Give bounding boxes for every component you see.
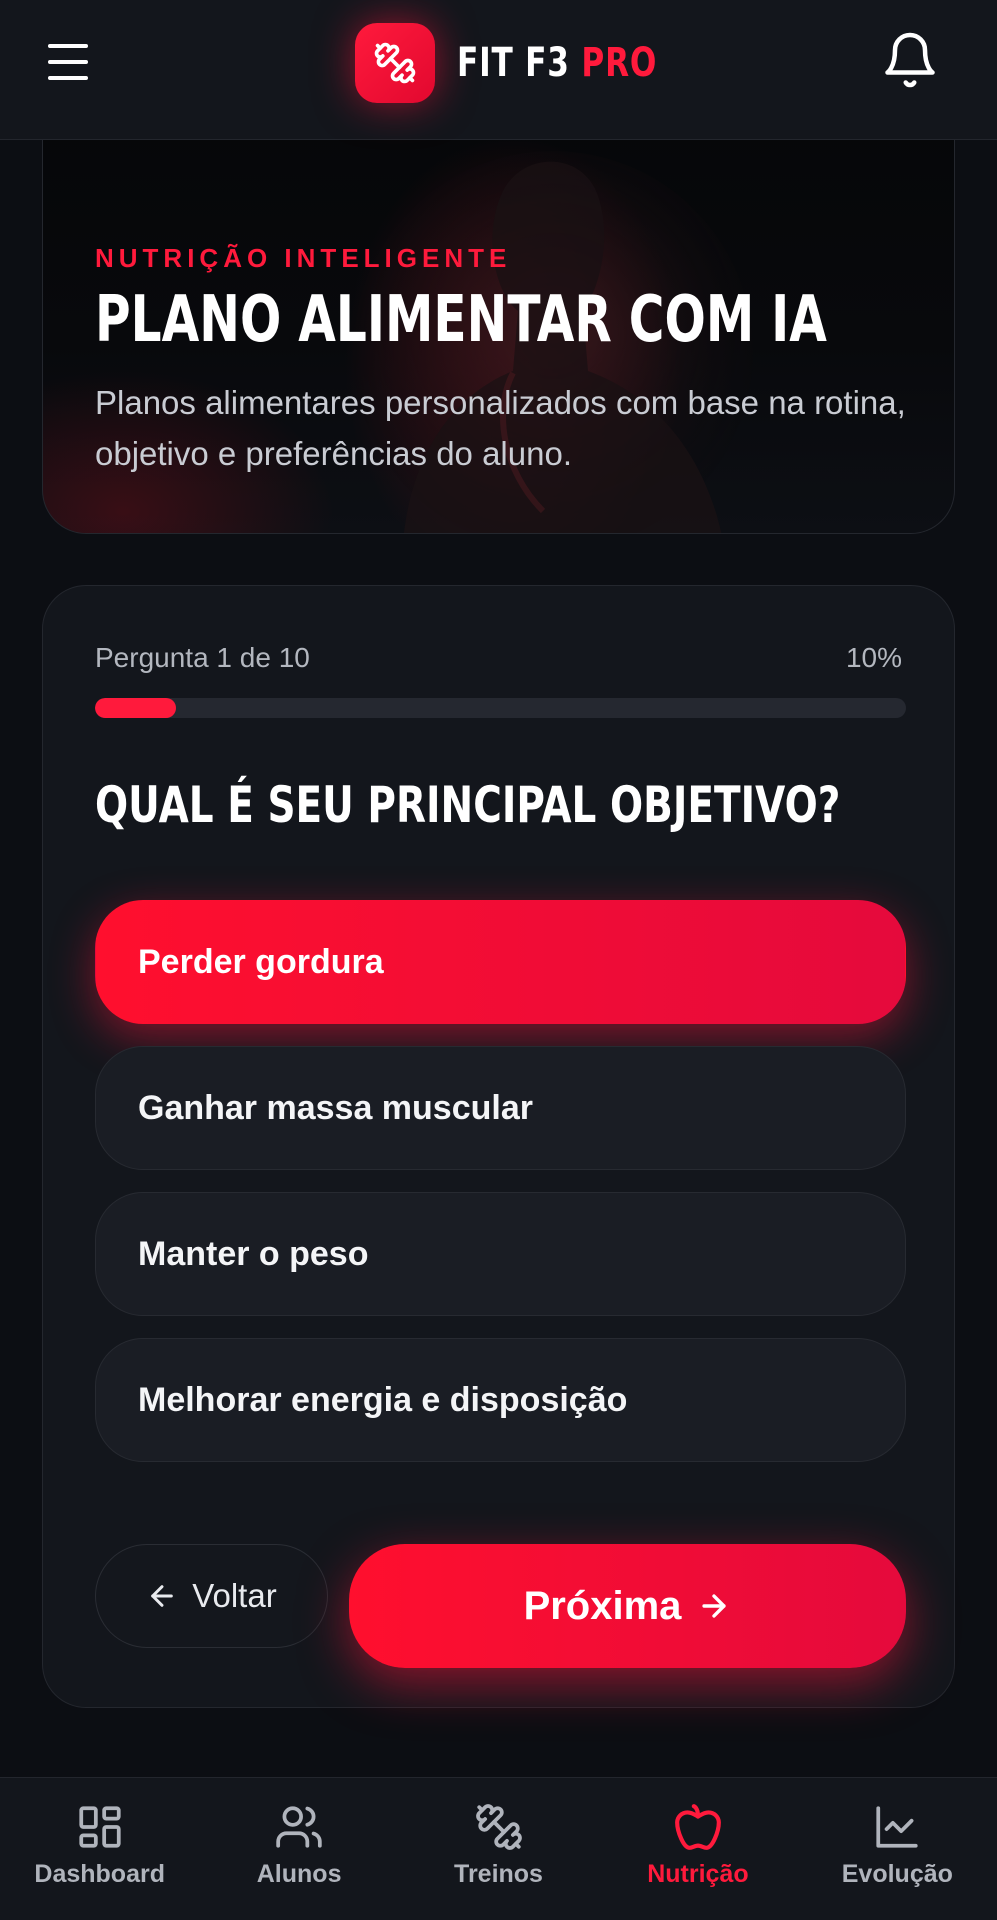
- hamburger-icon-line: [48, 44, 88, 48]
- option-melhorar-energia[interactable]: Melhorar energia e disposição: [95, 1338, 906, 1462]
- users-icon: [276, 1806, 322, 1848]
- progress-bar: [95, 698, 906, 718]
- arrow-left-icon: [151, 1585, 174, 1607]
- bell-icon: [885, 32, 935, 88]
- nav-evolucao[interactable]: Evolução: [798, 1778, 997, 1920]
- nav-alunos[interactable]: Alunos: [199, 1778, 398, 1920]
- back-button[interactable]: Voltar: [95, 1544, 328, 1648]
- hero-eyebrow: NUTRIÇÃO INTELIGENTE: [95, 243, 512, 273]
- chart-line-icon: [876, 1806, 918, 1848]
- question-title: QUAL É SEU PRINCIPAL OBJETIVO?: [95, 776, 841, 834]
- option-manter-peso[interactable]: Manter o peso: [95, 1192, 906, 1316]
- top-app-bar: FIT F3 PRO: [0, 0, 997, 140]
- dumbbell-icon: [475, 1804, 522, 1850]
- brand-name: FIT F3 PRO: [457, 40, 658, 86]
- brand[interactable]: FIT F3 PRO: [355, 22, 714, 104]
- hamburger-icon-line: [48, 60, 88, 64]
- notifications-button[interactable]: [880, 30, 940, 90]
- next-button[interactable]: Próxima: [349, 1544, 906, 1668]
- hero-description: Planos alimentares personalizados com ba…: [95, 384, 906, 472]
- hero-title: PLANO ALIMENTAR COM IA: [95, 283, 827, 357]
- progress-fill: [95, 698, 177, 718]
- nav-nutricao[interactable]: Nutrição: [598, 1778, 797, 1920]
- question-counter: Pergunta 1 de 10: [95, 642, 310, 673]
- arrow-right-icon: [702, 1594, 727, 1618]
- menu-button[interactable]: [40, 40, 96, 84]
- apple-icon: [675, 1804, 721, 1850]
- dumbbell-logo-icon: [355, 23, 435, 103]
- brand-accent: PRO: [581, 40, 658, 86]
- option-perder-gordura[interactable]: Perder gordura: [95, 900, 906, 1024]
- progress-percent: 10%: [845, 642, 902, 673]
- option-ganhar-massa[interactable]: Ganhar massa muscular: [95, 1046, 906, 1170]
- nav-treinos[interactable]: Treinos: [399, 1778, 598, 1920]
- hamburger-icon-line: [48, 76, 88, 80]
- nav-dashboard[interactable]: Dashboard: [0, 1778, 199, 1920]
- dashboard-icon: [79, 1806, 121, 1848]
- answer-options: Perder gordura Ganhar massa muscular Man…: [95, 900, 906, 1484]
- bottom-navigation: Dashboard Alunos Treinos Nutrição Evoluç…: [0, 1777, 997, 1920]
- quiz-card: Pergunta 1 de 10 10% QUAL É SEU PRINCIPA…: [42, 585, 955, 1708]
